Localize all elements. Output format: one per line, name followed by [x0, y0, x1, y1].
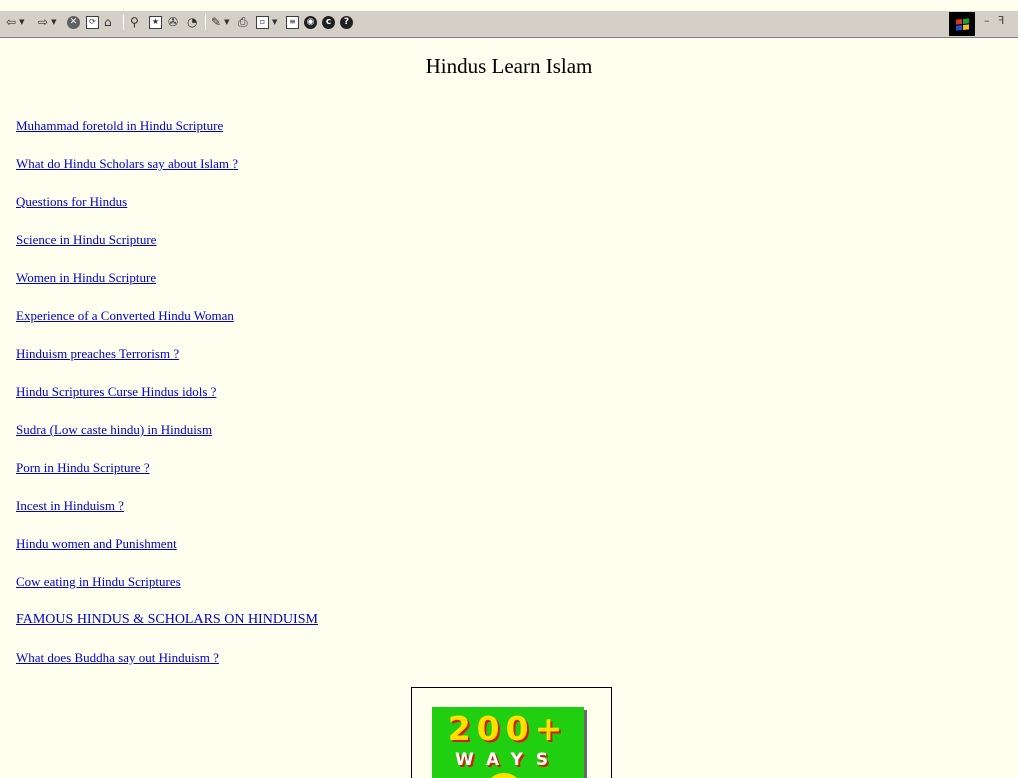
messenger-button[interactable]: ▫ ▼	[256, 14, 277, 30]
link-porn-hindu-scripture[interactable]: Porn in Hindu Scripture ?	[16, 460, 318, 498]
page-icon: ≡	[286, 15, 299, 29]
media-button[interactable]: ✇	[168, 14, 178, 30]
forward-button[interactable]: ⇨ ▼	[38, 14, 56, 30]
link-cow-eating[interactable]: Cow eating in Hindu Scriptures	[16, 574, 318, 612]
toolbar-separator	[123, 14, 124, 30]
history-button[interactable]: ◔	[187, 14, 197, 30]
link-science-hindu-scripture[interactable]: Science in Hindu Scripture	[16, 232, 318, 270]
stop-button[interactable]: ✕	[67, 14, 80, 30]
banner-ad[interactable]: 200+ WAYS	[432, 707, 584, 778]
edit-dropdown-icon[interactable]: ▼	[224, 14, 229, 30]
toolbar-separator	[205, 14, 206, 30]
home-icon: ⌂	[104, 15, 112, 29]
forward-icon: ⇨	[38, 15, 49, 29]
print-icon: ⎙	[238, 15, 248, 29]
browser-toolbar: ⇦▼ ⇨▼ ✕ ⟳ ⌂ ⚲ ★ ✇ ◔ ✎▼ ⎙ ▫▼ ≡ ◉ c ?	[0, 0, 1018, 38]
messenger-icon: ▫	[256, 15, 269, 29]
link-list: Muhammad foretold in Hindu Scripture Wha…	[16, 118, 318, 688]
link-hindu-scholars-islam[interactable]: What do Hindu Scholars say about Islam ?	[16, 156, 318, 194]
circle-button[interactable]: ◉	[304, 14, 317, 30]
link-sudra[interactable]: Sudra (Low caste hindu) in Hinduism	[16, 422, 318, 460]
print-button[interactable]: ⎙	[238, 14, 248, 30]
link-hindu-women-punishment[interactable]: Hindu women and Punishment	[16, 536, 318, 574]
home-button[interactable]: ⌂	[104, 14, 112, 30]
search-icon: ⚲	[130, 15, 139, 29]
copyright-button[interactable]: c	[322, 14, 335, 30]
media-icon: ✇	[168, 15, 179, 29]
link-converted-hindu-woman[interactable]: Experience of a Converted Hindu Woman	[16, 308, 318, 346]
refresh-button[interactable]: ⟳	[86, 14, 99, 30]
minimize-icon[interactable]: –	[984, 14, 990, 27]
back-dropdown-icon[interactable]: ▼	[19, 14, 24, 30]
back-icon: ⇦	[6, 15, 17, 29]
favorites-icon: ★	[149, 15, 162, 29]
edit-icon: ✎	[211, 15, 222, 29]
search-button[interactable]: ⚲	[130, 14, 139, 30]
restore-icon[interactable]: ꟻ	[998, 14, 1004, 27]
banner-circle-graphic	[484, 773, 524, 778]
link-questions-for-hindus[interactable]: Questions for Hindus	[16, 194, 318, 232]
help-icon: ?	[340, 15, 353, 29]
help-button[interactable]: ?	[340, 14, 353, 30]
link-buddha-hinduism[interactable]: What does Buddha say out Hinduism ?	[16, 650, 318, 688]
banner-frame: 200+ WAYS	[411, 687, 612, 778]
stop-icon: ✕	[67, 15, 80, 29]
favorites-button[interactable]: ★	[149, 14, 162, 30]
link-incest-hinduism[interactable]: Incest in Hinduism ?	[16, 498, 318, 536]
circle-icon: ◉	[304, 15, 317, 29]
copyright-icon: c	[322, 15, 335, 29]
history-icon: ◔	[187, 15, 198, 29]
banner-line-1: 200+	[447, 709, 569, 748]
windows-logo-icon	[949, 12, 975, 36]
link-hinduism-terrorism[interactable]: Hinduism preaches Terrorism ?	[16, 346, 318, 384]
page-button[interactable]: ≡	[286, 14, 299, 30]
refresh-icon: ⟳	[86, 15, 99, 29]
messenger-dropdown-icon[interactable]: ▼	[272, 14, 277, 30]
page-title: Hindus Learn Islam	[425, 54, 593, 78]
link-women-hindu-scripture[interactable]: Women in Hindu Scripture	[16, 270, 318, 308]
forward-dropdown-icon[interactable]: ▼	[51, 14, 56, 30]
link-muhammad-foretold[interactable]: Muhammad foretold in Hindu Scripture	[16, 118, 318, 156]
link-scriptures-curse-idols[interactable]: Hindu Scriptures Curse Hindus idols ?	[16, 384, 318, 422]
edit-button[interactable]: ✎ ▼	[211, 14, 229, 30]
back-button[interactable]: ⇦ ▼	[6, 14, 24, 30]
link-famous-hindus-scholars[interactable]: FAMOUS HINDUS & SCHOLARS ON HINDUISM	[16, 612, 318, 650]
banner-line-2: WAYS	[454, 750, 562, 770]
